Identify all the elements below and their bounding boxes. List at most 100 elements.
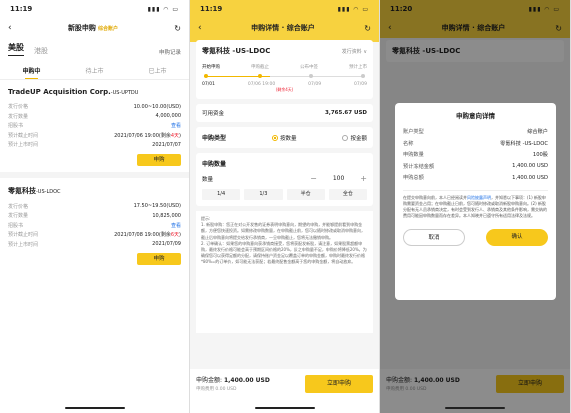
subscribe-now-button[interactable]: 立即申购 [305, 375, 373, 393]
info-value: 10.00~10.00(USD) [133, 103, 181, 110]
info-value: 10,825,000 [152, 212, 181, 219]
tab-listed[interactable]: 已上市 [148, 66, 166, 75]
available-funds: 可用资金 3,765.67 USD [196, 104, 373, 122]
confirm-dialog-screen: 11:20 ▮▮▮ ◠ ▭ ‹ 申购详情 · 综合账户 ↻ 零氪科技 -US-LD… [380, 0, 571, 413]
home-indicator [64, 407, 125, 409]
timeline-date: 07/06 19:00 [247, 82, 276, 87]
timeline-dot [204, 74, 208, 78]
prospectus-link[interactable]: 查看 [171, 222, 181, 229]
market-us-tab[interactable]: 美股 [8, 42, 24, 56]
tab-pending-listing[interactable]: 待上市 [85, 66, 103, 75]
modal-label: 申购数量 [403, 152, 424, 159]
info-label: 发行价格 [8, 203, 29, 210]
fraction-buttons: 1/4 1/3 半仓 全仓 [202, 189, 367, 200]
minus-icon[interactable]: − [310, 174, 317, 183]
info-label: 预计截止时间 [8, 232, 39, 239]
refresh-icon[interactable]: ↻ [364, 24, 371, 33]
notice-text: 提示: 1. 新股申购：您正在对公开发售的证券表明申购意向，期望的申购，并能够提… [196, 211, 373, 333]
prospectus-dropdown[interactable]: 发行资料 ∨ [342, 48, 367, 55]
stock-code: -US-UPTDU [110, 90, 139, 96]
funds-label: 可用资金 [202, 111, 225, 117]
subscribe-button[interactable]: 申购 [137, 153, 181, 166]
modal-label: 名称 [403, 140, 414, 147]
timeline-label: 开始申购 [202, 65, 220, 70]
radio-unselected-icon [342, 135, 349, 141]
confirm-modal: 申购意向详情 账户类型 综合账户 名称 零氪科技 -US-LDOC 申购数量 100股… [395, 103, 556, 300]
info-label: 预计上市时间 [8, 142, 39, 149]
info-value: 2021/07/08 19:00(剩余6天) [114, 232, 181, 239]
status-bar: 11:19 ▮▮▮ ◠ ▭ [0, 0, 189, 18]
info-row: 预计上市时间 2021/07/09 [8, 240, 181, 250]
home-indicator [254, 407, 315, 409]
modal-row: 申购总额 1,400.00 USD [403, 172, 548, 184]
timeline-track [202, 72, 367, 80]
by-amount-radio[interactable]: 按金额 [342, 134, 367, 142]
info-value: 2021/07/07 [152, 141, 181, 148]
status-time: 11:19 [10, 5, 33, 13]
full-button[interactable]: 全仓 [328, 189, 367, 200]
quantity-card: 申购数量 数量 − 100 + 1/4 1/3 半仓 全仓 [196, 153, 373, 206]
tab-subscribing[interactable]: 申购中 [22, 66, 41, 79]
prospectus-link[interactable]: 查看 [171, 122, 181, 129]
stock-card: 零氪科技-US-LDOC 发行价格 17.50~19.50(USD) 发行数量 10… [0, 178, 189, 272]
confirm-button[interactable]: 确认 [486, 228, 548, 246]
info-value: 17.50~19.50(USD) [133, 203, 181, 210]
quantity-label: 数量 [202, 176, 214, 183]
subscription-type: 申购类型 按数量 按金额 [196, 127, 373, 148]
subscription-detail-screen: 11:19 ▮▮▮ ◠ ▭ ‹ 申购详情 · 综合账户 ↻ 零氪科技 -US-LD… [190, 0, 380, 413]
info-row: 招股书 查看 [8, 121, 181, 131]
cancel-button[interactable]: 取消 [403, 228, 465, 246]
stock-header: 零氪科技 -US-LDOC 发行资料 ∨ [202, 46, 367, 56]
refresh-icon[interactable]: ↻ [174, 24, 181, 33]
plus-icon[interactable]: + [360, 174, 367, 183]
info-label: 预计上市时间 [8, 241, 39, 248]
info-row: 预计上市时间 2021/07/07 [8, 140, 181, 150]
quantity-row: 数量 − 100 + [202, 174, 367, 183]
info-row: 招股书 查看 [8, 221, 181, 231]
modal-value: 1,400.00 USD [512, 174, 548, 181]
quantity-value[interactable]: 100 [333, 175, 344, 182]
timeline-dot [309, 74, 314, 78]
subscribe-button[interactable]: 申购 [137, 253, 181, 265]
by-quantity-label: 按数量 [279, 135, 297, 142]
back-icon[interactable]: ‹ [8, 23, 12, 33]
modal-buttons: 取消 确认 [403, 228, 548, 246]
timeline-dot [258, 74, 263, 78]
total-value: 1,400.00 USD [223, 377, 270, 384]
type-label: 申购类型 [202, 135, 227, 142]
modal-label: 申购总额 [403, 175, 424, 182]
third-button[interactable]: 1/3 [244, 189, 283, 200]
market-hk-tab[interactable]: 港股 [34, 46, 48, 56]
signal-wifi-battery-icon: ▮▮▮ ◠ ▭ [337, 5, 369, 13]
stock-name-text: 零氪科技 [8, 186, 36, 195]
quantity-stepper: − 100 + [310, 174, 367, 183]
info-value: 2021/07/06 19:00(剩余4天) [114, 132, 181, 139]
remaining-days-text: (剩余4天) [275, 87, 294, 92]
quarter-button[interactable]: 1/4 [202, 189, 241, 200]
info-row: 发行数量 4,000,000 [8, 112, 181, 122]
info-row: 预计截止时间 2021/07/08 19:00(剩余6天) [8, 230, 181, 240]
modal-label: 账户类型 [403, 129, 424, 136]
modal-value: 综合账户 [527, 129, 548, 136]
account-badge: 综合账户 [97, 26, 118, 32]
market-switch: 美股 港股 申购记录 [0, 38, 189, 56]
stock-name: 零氪科技-US-LDOC [8, 186, 181, 196]
stock-name-text: TradeUP Acquisition Corp. [8, 88, 111, 96]
quantity-title: 申购数量 [202, 161, 227, 168]
timeline-label: 公布中签 [300, 65, 318, 70]
ipo-list-screen: 11:19 ▮▮▮ ◠ ▭ ‹ 新股申购 综合账户 ↻ 美股 港股 申购记录 申购中… [0, 0, 190, 413]
back-icon[interactable]: ‹ [198, 23, 202, 33]
info-label: 发行价格 [8, 104, 29, 111]
subscription-record-link[interactable]: 申购记录 [159, 48, 181, 56]
by-quantity-radio[interactable]: 按数量 [271, 134, 297, 142]
half-button[interactable]: 半仓 [286, 189, 325, 200]
total-label: 申购金额: [196, 377, 223, 384]
timeline-labels: 开始申购 申购截止 公布中签 预计上市 [202, 64, 367, 70]
disclaimer-part1: 在提交申购意向前，本人已经阅读并 [403, 194, 467, 200]
status-time: 11:19 [200, 5, 223, 13]
header: 11:19 ▮▮▮ ◠ ▭ ‹ 申购详情 · 综合账户 ↻ [190, 0, 379, 42]
risk-disclosure-link[interactable]: 风险披露声明 [467, 195, 491, 200]
info-value: 2021/07/09 [152, 241, 181, 248]
modal-value: 100股 [532, 152, 548, 159]
page-title-text: 新股申购 [67, 24, 96, 32]
